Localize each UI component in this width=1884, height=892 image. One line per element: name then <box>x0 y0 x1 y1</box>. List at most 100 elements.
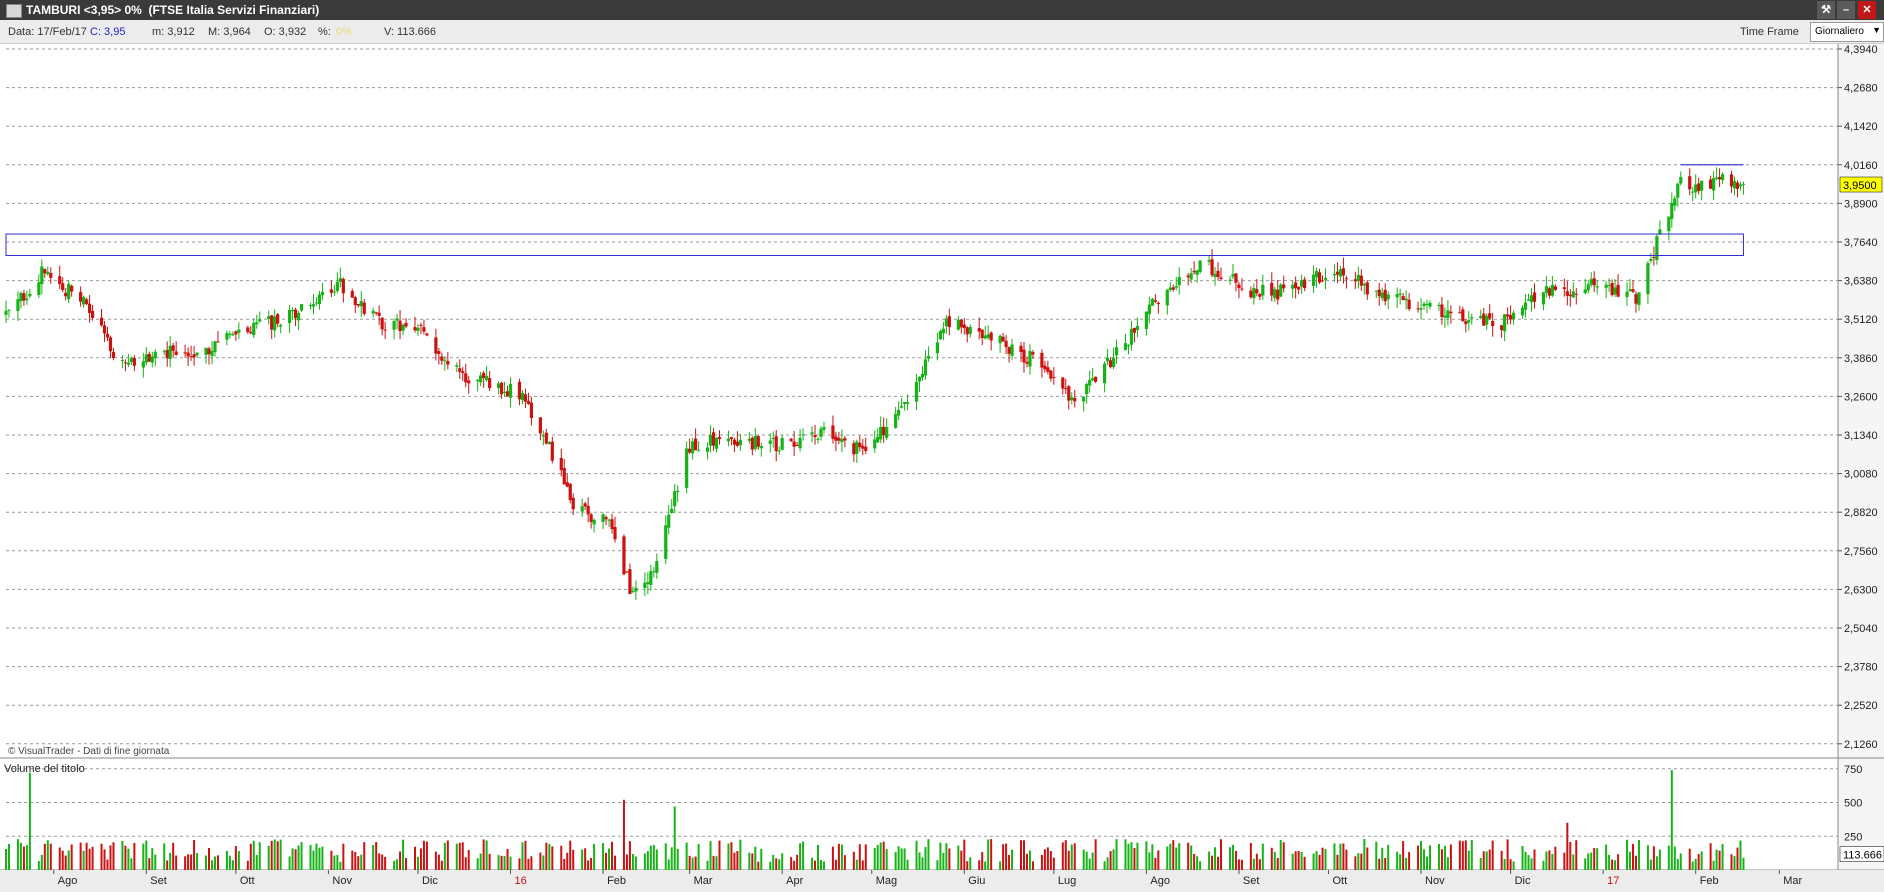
candle-body <box>944 318 948 327</box>
candle-body <box>517 381 522 400</box>
candle-body <box>165 349 169 359</box>
volume-bar <box>37 861 40 870</box>
candle-body <box>1282 284 1286 289</box>
candle-body <box>1464 321 1468 325</box>
candle-body <box>255 322 259 325</box>
volume-bar <box>1127 843 1130 870</box>
candle-body <box>446 361 450 365</box>
candle-body <box>756 436 760 447</box>
candle-body <box>141 361 145 368</box>
month-label: 16 <box>515 875 527 887</box>
candle-body <box>22 293 26 301</box>
candle-body <box>768 440 772 444</box>
candle-body <box>1070 397 1074 401</box>
volume-bar <box>19 842 22 870</box>
candle-body <box>1189 273 1193 280</box>
candle-body <box>899 406 904 408</box>
volume-bar <box>273 839 276 870</box>
volume-bar <box>957 845 960 870</box>
month-label: Feb <box>607 875 626 887</box>
volume-bar <box>1637 840 1640 870</box>
volume-bar <box>509 856 512 870</box>
candle-body <box>586 505 590 515</box>
volume-bar <box>1509 859 1512 870</box>
candle-body <box>1509 314 1513 320</box>
volume-bar <box>130 858 133 870</box>
volume-bar <box>921 857 924 870</box>
candle-body <box>476 379 480 382</box>
candle-body <box>1550 284 1554 296</box>
volume-bar <box>1458 840 1461 870</box>
candle-body <box>523 394 528 402</box>
candle-body <box>1311 274 1316 286</box>
volume-bar <box>855 859 858 870</box>
candle-body <box>1676 183 1680 198</box>
volume-bar <box>58 847 61 870</box>
volume-bar <box>88 848 91 870</box>
candle-body <box>780 437 784 450</box>
volume-bar <box>393 860 396 870</box>
candle-body <box>1586 284 1590 291</box>
candle-body <box>1407 299 1411 309</box>
candle-body <box>1503 314 1507 332</box>
candle-body <box>1670 202 1674 219</box>
volume-bar <box>1199 861 1202 870</box>
candle-body <box>652 571 656 573</box>
candle-body <box>538 417 542 434</box>
candle-body <box>392 320 396 330</box>
volume-bar <box>864 844 867 870</box>
candle-body <box>607 519 611 521</box>
candle-body <box>604 517 608 520</box>
candle-body <box>1297 286 1301 290</box>
candle-body <box>216 341 220 343</box>
volume-bar <box>1634 855 1637 870</box>
volume-bar <box>1387 844 1390 870</box>
volume-bar <box>876 844 879 870</box>
candle-body <box>237 329 241 333</box>
volume-bar <box>372 845 375 870</box>
volume-bar <box>811 857 814 870</box>
volume-bar <box>49 843 52 870</box>
volume-bar <box>1294 851 1297 870</box>
candle-body <box>1132 327 1137 333</box>
volume-bar <box>351 850 354 870</box>
volume-bar <box>1049 851 1052 870</box>
candle-body <box>926 355 931 359</box>
candle-body <box>267 316 271 320</box>
volume-bar <box>1211 855 1214 870</box>
volume-bar <box>279 839 282 870</box>
candle-body <box>1380 292 1384 299</box>
candle-body <box>123 362 128 364</box>
volume-bar <box>611 841 614 870</box>
candle-body <box>1258 294 1262 297</box>
candle-body <box>1276 289 1280 300</box>
candle-body <box>1028 350 1032 367</box>
candle-body <box>186 352 190 357</box>
candle-body <box>174 351 178 355</box>
candle-body <box>1470 317 1474 319</box>
candle-body <box>613 527 617 540</box>
candle-body <box>1261 284 1265 296</box>
volume-bar <box>625 854 628 870</box>
volume-bar <box>709 841 712 870</box>
volume-bar <box>614 855 617 870</box>
candle-body <box>1491 320 1495 327</box>
candle-body <box>673 491 677 507</box>
volume-bar <box>1437 844 1440 870</box>
candle-body <box>1712 178 1716 191</box>
candle-body <box>1458 312 1462 314</box>
volume-bar <box>1629 851 1632 870</box>
candle-body <box>1419 308 1423 310</box>
candle-body <box>843 438 847 441</box>
candle-body <box>753 435 757 449</box>
volume-bar <box>488 853 491 870</box>
volume-bar <box>1345 849 1348 870</box>
volume-bar <box>1061 842 1064 870</box>
volume-bar <box>906 859 909 870</box>
volume-bar <box>1569 842 1572 870</box>
volume-bar <box>360 854 363 870</box>
candle-body <box>1216 270 1220 278</box>
volume-bar <box>1718 850 1721 870</box>
candle-body <box>1019 345 1023 353</box>
candle-body <box>1031 352 1035 355</box>
